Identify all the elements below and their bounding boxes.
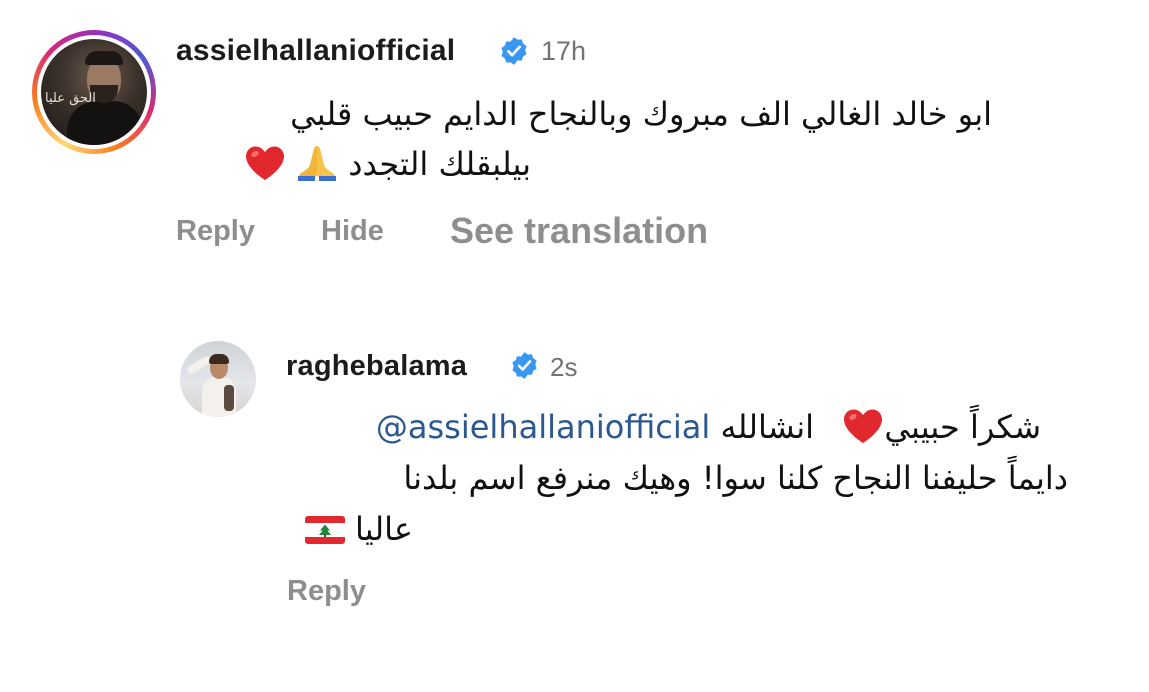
reply-avatar[interactable] <box>180 341 256 417</box>
red-heart-icon <box>842 408 884 444</box>
reply-text-end: عاليا <box>355 510 413 548</box>
comment-text-cont: بيلبقلك التجدد <box>348 145 531 183</box>
reply-text-line-3: عاليا <box>284 506 413 552</box>
reply-text-word: انشالله <box>720 408 815 446</box>
reply-text: شكراً حبيبي <box>884 408 1041 446</box>
reply-timestamp: 2s <box>550 352 578 382</box>
reply-text-cont: دايماً حليفنا النجاح كلنا سوا! وهيك منرف… <box>403 459 1068 497</box>
red-heart-icon <box>244 145 286 181</box>
verified-badge-icon <box>512 352 537 379</box>
reply-username[interactable]: raghebalama <box>286 350 467 383</box>
comment-text-line-2: بيلبقلك التجدد <box>170 140 531 188</box>
see-translation-button[interactable]: See translation <box>450 210 708 252</box>
avatar: الحق عليا <box>41 39 147 145</box>
lebanon-flag-icon <box>304 516 345 544</box>
comment-text: ابو خالد الغالي الف مبروك وبالنجاح الداي… <box>290 95 992 133</box>
comment-username[interactable]: assielhallanio​fficial <box>176 34 455 68</box>
verified-badge-icon <box>501 37 527 65</box>
folded-hands-icon <box>296 143 338 181</box>
reply-button[interactable]: Reply <box>287 575 366 608</box>
mention-link[interactable]: @assielhallanio​fficial <box>376 408 710 446</box>
reply-text-line-2: دايماً حليفنا النجاح كلنا سوا! وهيك منرف… <box>284 455 1068 501</box>
story-ring-avatar[interactable]: الحق عليا <box>32 30 156 154</box>
hide-button[interactable]: Hide <box>321 215 384 248</box>
comment: الحق عليا assielhallanio​fficial 17h ابو… <box>0 0 1149 300</box>
comment-timestamp: 17h <box>541 36 587 66</box>
reply-button[interactable]: Reply <box>176 215 255 248</box>
avatar-caption: الحق عليا <box>45 91 96 106</box>
comment-text-line-1: ابو خالد الغالي الف مبروك وبالنجاح الداي… <box>170 92 992 136</box>
reply-text-line-1: شكراً حبيبي انشالله @assielhallanio​ffic… <box>284 404 1041 450</box>
